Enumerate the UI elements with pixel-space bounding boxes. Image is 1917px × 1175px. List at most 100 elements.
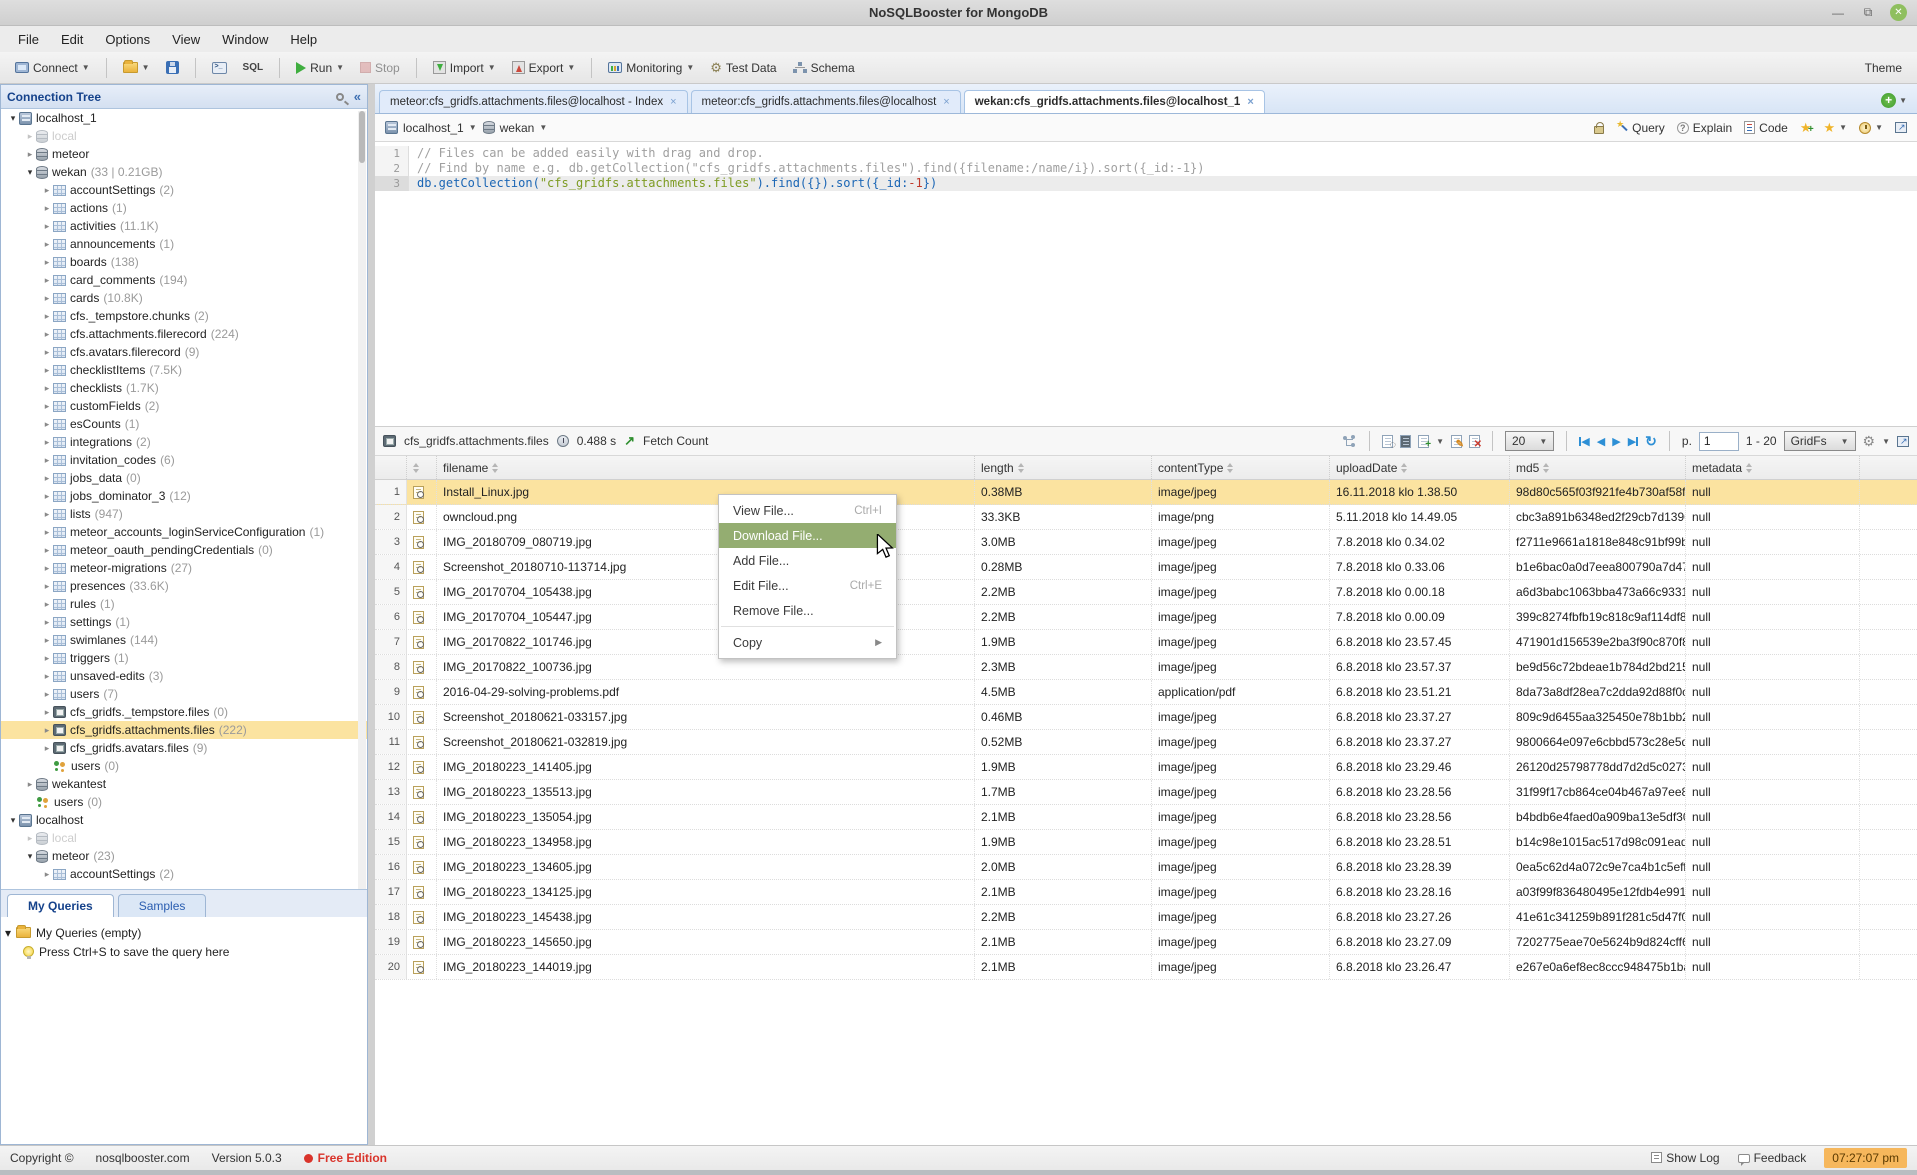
document-tab[interactable]: wekan:cfs_gridfs.attachments.files@local… <box>964 90 1265 113</box>
context-menu-item[interactable]: Add File... <box>719 548 896 573</box>
search-icon[interactable] <box>336 93 344 101</box>
close-button[interactable]: ✕ <box>1890 4 1907 21</box>
expander-icon[interactable]: ▾ <box>5 926 11 940</box>
preview-cell[interactable] <box>407 530 437 554</box>
tree-item[interactable]: ▸ local <box>1 127 367 145</box>
query-editor[interactable]: 1 // Files can be added easily with drag… <box>375 142 1917 426</box>
preview-file-icon[interactable] <box>413 911 424 924</box>
history-button[interactable]: ▼ <box>1859 122 1883 134</box>
expander-icon[interactable]: ▸ <box>41 545 53 556</box>
cell-uploadDate[interactable]: 6.8.2018 klo 23.37.27 <box>1330 705 1510 729</box>
expander-icon[interactable]: ▸ <box>41 455 53 466</box>
preview-cell[interactable] <box>407 655 437 679</box>
page-number-input[interactable] <box>1699 432 1739 451</box>
schema-visualize-icon[interactable] <box>1343 435 1357 448</box>
cell-length[interactable]: 2.2MB <box>975 605 1152 629</box>
cell-md5[interactable]: f2711e9661a1818e848c91bf99b <box>1510 530 1686 554</box>
cell-md5[interactable]: b1e6bac0a0d7eea800790a7d47 <box>1510 555 1686 579</box>
cell-filename[interactable]: 2016-04-29-solving-problems.pdf <box>437 680 975 704</box>
cell-length[interactable]: 2.1MB <box>975 955 1152 979</box>
tree-item[interactable]: ▸ jobs_dominator_3 (12) <box>1 487 367 505</box>
cell-md5[interactable]: 26120d25798778dd7d2d5c0273 <box>1510 755 1686 779</box>
expander-icon[interactable]: ▸ <box>41 725 53 736</box>
cell-metadata[interactable]: null <box>1686 555 1860 579</box>
expander-icon[interactable]: ▸ <box>41 581 53 592</box>
cell-length[interactable]: 33.3KB <box>975 505 1152 529</box>
context-menu-item[interactable]: View File... Ctrl+I <box>719 498 896 523</box>
expander-icon[interactable]: ▸ <box>41 221 53 232</box>
preview-file-icon[interactable] <box>413 561 424 574</box>
tree-item[interactable]: ▸ meteor-migrations (27) <box>1 559 367 577</box>
tree-item[interactable]: ▸ users (7) <box>1 685 367 703</box>
preview-cell[interactable] <box>407 905 437 929</box>
cell-metadata[interactable]: null <box>1686 655 1860 679</box>
header-length[interactable]: length <box>975 456 1152 479</box>
cell-md5[interactable]: 8da73a8df28ea7c2dda92d88f0c <box>1510 680 1686 704</box>
preview-cell[interactable] <box>407 730 437 754</box>
tree-item[interactable]: ▸ activities (11.1K) <box>1 217 367 235</box>
preview-cell[interactable] <box>407 955 437 979</box>
header-metadata[interactable]: metadata <box>1686 456 1860 479</box>
table-row[interactable]: 2 owncloud.png 33.3KB image/png 5.11.201… <box>375 505 1917 530</box>
tree-item[interactable]: ▸ card_comments (194) <box>1 271 367 289</box>
cell-filename[interactable]: IMG_20180223_135054.jpg <box>437 805 975 829</box>
table-row[interactable]: 11 Screenshot_20180621-032819.jpg 0.52MB… <box>375 730 1917 755</box>
connect-button[interactable]: Connect▼ <box>10 58 95 78</box>
expander-icon[interactable]: ▸ <box>41 347 53 358</box>
cell-metadata[interactable]: null <box>1686 505 1860 529</box>
expander-icon[interactable]: ▸ <box>24 833 36 844</box>
save-button[interactable] <box>161 58 184 77</box>
open-button[interactable]: ▼ <box>118 59 155 76</box>
tree-item[interactable]: ▾ localhost <box>1 811 367 829</box>
refresh-icon[interactable]: ↻ <box>1645 433 1657 450</box>
cell-md5[interactable]: 399c8274fbfb19c818c9af114df8 <box>1510 605 1686 629</box>
tree-item[interactable]: users (0) <box>1 793 367 811</box>
header-md5[interactable]: md5 <box>1510 456 1686 479</box>
tree-item[interactable]: ▸ lists (947) <box>1 505 367 523</box>
cell-md5[interactable]: 9800664e097e6cbbd573c28e5d <box>1510 730 1686 754</box>
table-row[interactable]: 9 2016-04-29-solving-problems.pdf 4.5MB … <box>375 680 1917 705</box>
tree-item[interactable]: ▸ accountSettings (2) <box>1 865 367 883</box>
tree-item[interactable]: ▸ boards (138) <box>1 253 367 271</box>
tree-item[interactable]: ▸ cfs._tempstore.chunks (2) <box>1 307 367 325</box>
table-row[interactable]: 5 IMG_20170704_105438.jpg 2.2MB image/jp… <box>375 580 1917 605</box>
cell-contentType[interactable]: image/jpeg <box>1152 705 1330 729</box>
expander-icon[interactable]: ▸ <box>41 473 53 484</box>
tree-item[interactable]: users (0) <box>1 757 367 775</box>
cell-contentType[interactable]: image/jpeg <box>1152 880 1330 904</box>
cell-length[interactable]: 0.46MB <box>975 705 1152 729</box>
cell-length[interactable]: 1.9MB <box>975 755 1152 779</box>
tab-close-icon[interactable]: × <box>670 96 676 108</box>
cell-uploadDate[interactable]: 6.8.2018 klo 23.29.46 <box>1330 755 1510 779</box>
cell-md5[interactable]: 31f99f17cb864ce04b467a97ee8 <box>1510 780 1686 804</box>
cell-length[interactable]: 0.38MB <box>975 480 1152 504</box>
expander-icon[interactable]: ▸ <box>41 635 53 646</box>
tree-item[interactable]: ▸ presences (33.6K) <box>1 577 367 595</box>
cell-md5[interactable]: cbc3a891b6348ed2f29cb7d1396 <box>1510 505 1686 529</box>
table-row[interactable]: 1 Install_Linux.jpg 0.38MB image/jpeg 16… <box>375 480 1917 505</box>
cell-md5[interactable]: a03f99f836480495e12fdb4e991 <box>1510 880 1686 904</box>
preview-file-icon[interactable] <box>413 686 424 699</box>
expander-icon[interactable]: ▸ <box>41 671 53 682</box>
cell-uploadDate[interactable]: 6.8.2018 klo 23.28.56 <box>1330 780 1510 804</box>
stop-button[interactable]: Stop <box>355 58 405 78</box>
cell-length[interactable]: 3.0MB <box>975 530 1152 554</box>
tree-item[interactable]: ▸ meteor <box>1 145 367 163</box>
cell-contentType[interactable]: image/jpeg <box>1152 580 1330 604</box>
tree-item[interactable]: ▸ announcements (1) <box>1 235 367 253</box>
feedback-button[interactable]: Feedback <box>1738 1151 1807 1165</box>
preview-file-icon[interactable] <box>413 536 424 549</box>
editor-line[interactable]: 2 // Find by name e.g. db.getCollection(… <box>375 161 1917 176</box>
table-row[interactable]: 14 IMG_20180223_135054.jpg 2.1MB image/j… <box>375 805 1917 830</box>
tree-item[interactable]: ▸ cfs.avatars.filerecord (9) <box>1 343 367 361</box>
preview-file-icon[interactable] <box>413 486 424 499</box>
cell-uploadDate[interactable]: 6.8.2018 klo 23.28.39 <box>1330 855 1510 879</box>
next-page-button[interactable]: ▶ <box>1612 435 1620 448</box>
tree-item[interactable]: ▸ cards (10.8K) <box>1 289 367 307</box>
preview-cell[interactable] <box>407 705 437 729</box>
cell-metadata[interactable]: null <box>1686 930 1860 954</box>
edition-badge[interactable]: Free Edition <box>304 1151 387 1165</box>
menu-item[interactable]: Options <box>95 29 160 50</box>
queries-tab[interactable]: My Queries <box>7 894 114 917</box>
tree-item[interactable]: ▸ checklistItems (7.5K) <box>1 361 367 379</box>
